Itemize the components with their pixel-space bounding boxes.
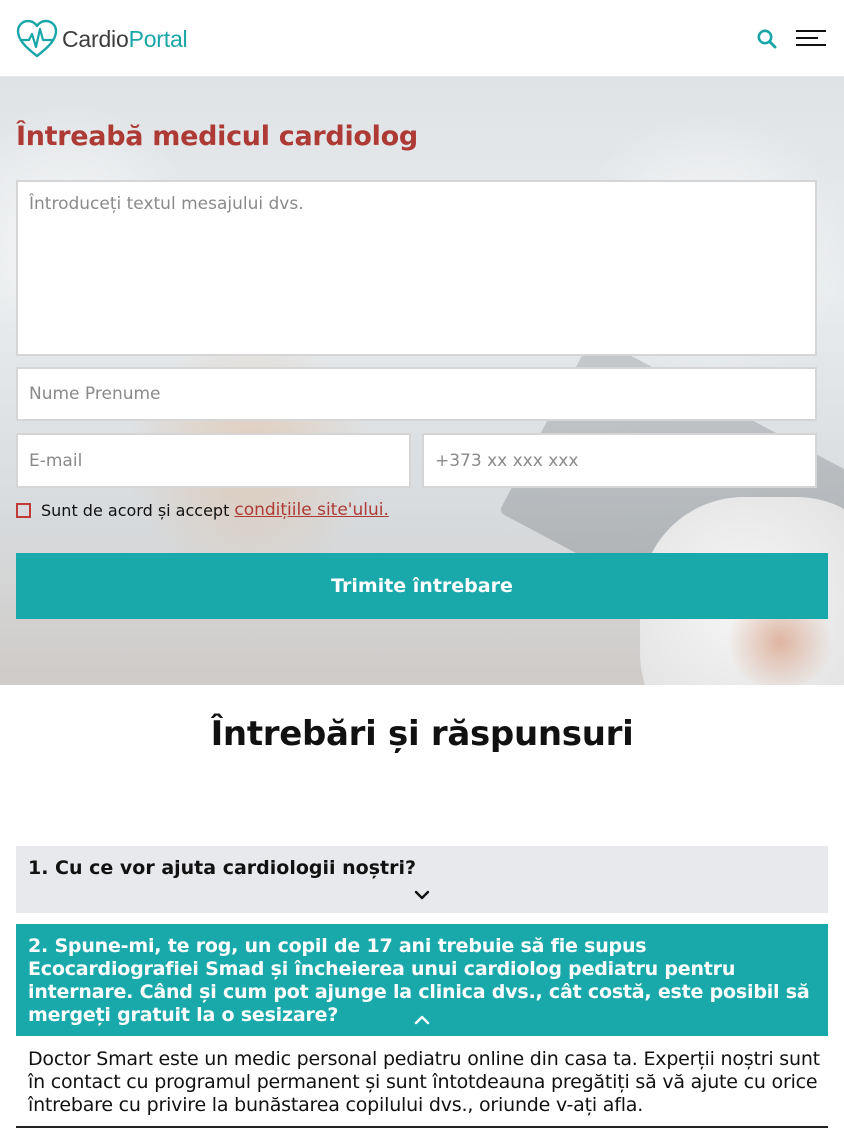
qa-section-title: Întrebări și răspunsuri [210, 714, 634, 754]
submit-question-button[interactable]: Trimite întrebare [16, 553, 828, 619]
logo-text: CardioPortal [62, 25, 188, 53]
ask-cardiologist-section: Întreabă medicul cardiolog Sunt de acord… [0, 77, 844, 685]
menu-line [796, 44, 826, 46]
search-button[interactable] [756, 28, 778, 50]
terms-link[interactable]: condițiile site'ului. [234, 500, 389, 520]
message-textarea[interactable] [16, 180, 817, 356]
search-icon [757, 29, 777, 49]
name-input[interactable] [16, 367, 817, 421]
accordion-item-1[interactable]: 1. Cu ce vor ajuta cardiologii noștri? [16, 846, 828, 913]
hamburger-menu-icon[interactable] [796, 30, 826, 48]
cardioportal-logo[interactable]: CardioPortal [16, 18, 188, 60]
terms-checkbox[interactable] [16, 502, 31, 518]
menu-line [796, 37, 818, 39]
heart-pulse-icon [16, 19, 58, 58]
accordion-item-2[interactable]: 2. Spune-mi, te rog, un copil de 17 ani … [16, 924, 828, 1036]
accordion-question: 1. Cu ce vor ajuta cardiologii noștri? [28, 857, 417, 879]
form-title: Întreabă medicul cardiolog [16, 121, 418, 152]
answer-text: Doctor Smart este un medic personal pedi… [28, 1048, 820, 1116]
chevron-down-icon [414, 890, 430, 900]
logo-text-portal: Portal [128, 25, 188, 52]
terms-agreement: Sunt de acord și accept condițiile site'… [16, 498, 389, 522]
accordion-answer: Doctor Smart este un medic personal pedi… [16, 1036, 828, 1128]
terms-label: Sunt de acord și accept [41, 500, 230, 520]
menu-line [796, 30, 826, 32]
site-header: CardioPortal [0, 0, 844, 77]
email-input[interactable] [16, 433, 411, 488]
chevron-up-icon [414, 1015, 430, 1025]
logo-text-cardio: Cardio [62, 25, 129, 52]
phone-input[interactable] [422, 433, 817, 488]
